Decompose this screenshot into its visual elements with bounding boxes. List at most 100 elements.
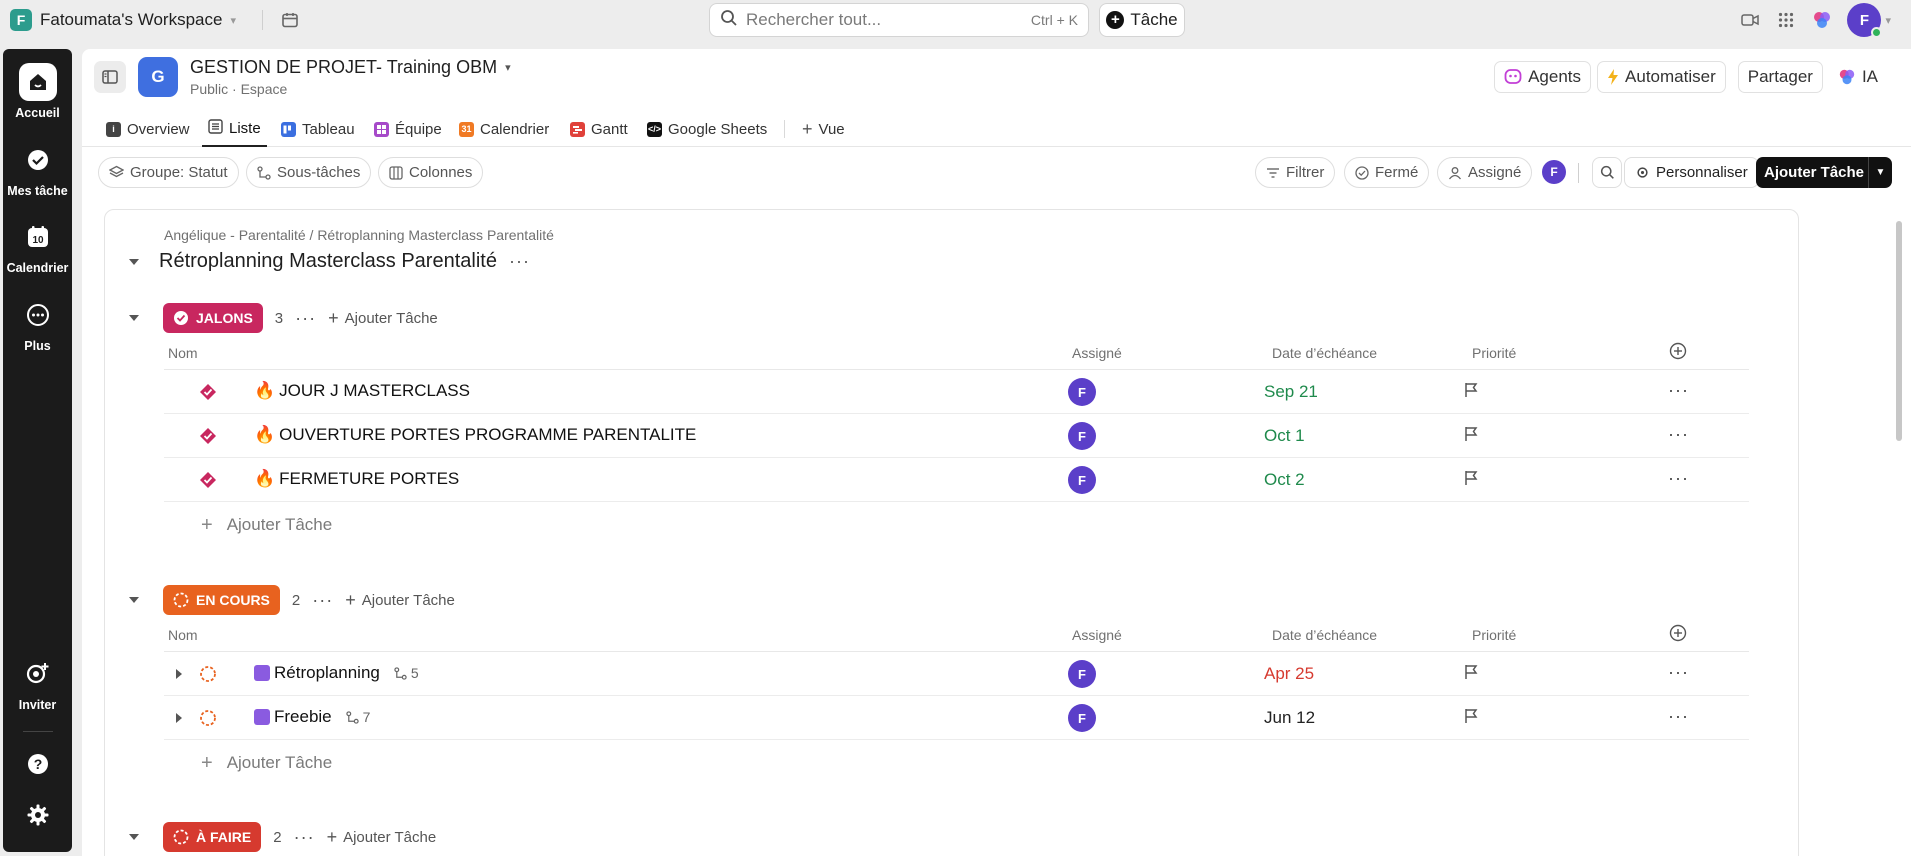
assignee-filter-button[interactable]: Assigné	[1437, 157, 1533, 188]
more-options-icon[interactable]: ···	[509, 251, 530, 272]
share-button[interactable]: Partager	[1737, 61, 1823, 93]
search-button[interactable]	[1592, 157, 1622, 188]
due-date[interactable]: Jun 12	[1264, 708, 1315, 728]
scrollbar-thumb[interactable]	[1896, 221, 1902, 441]
row-more-icon[interactable]: ···	[1668, 662, 1689, 683]
status-badge[interactable]: JALONS	[163, 303, 263, 333]
due-date[interactable]: Oct 2	[1264, 470, 1305, 490]
add-column-icon[interactable]	[1669, 342, 1687, 363]
expand-caret-icon[interactable]	[176, 713, 182, 723]
column-name[interactable]: Nom	[168, 345, 198, 361]
apps-grid-icon[interactable]	[1775, 9, 1797, 31]
table-row[interactable]: 🔥 JOUR J MASTERCLASS F Sep 21 ···	[164, 370, 1749, 414]
priority-flag-icon[interactable]	[1464, 708, 1478, 728]
new-task-button[interactable]: + Tâche	[1099, 3, 1185, 37]
tab-board[interactable]: Tableau	[281, 111, 355, 147]
collapse-caret-icon[interactable]	[129, 258, 139, 265]
agents-button[interactable]: Agents	[1494, 61, 1592, 93]
add-task-row[interactable]: + Ajouter Tâche	[164, 503, 1749, 547]
task-name[interactable]: Rétroplanning 5	[254, 663, 419, 683]
chevron-down-icon[interactable]: ▼	[1868, 157, 1892, 188]
subtask-count[interactable]: 5	[394, 665, 419, 681]
workspace-switcher[interactable]: F Fatoumata's Workspace ▾	[8, 6, 244, 34]
row-more-icon[interactable]: ···	[1668, 380, 1689, 401]
column-priority[interactable]: Priorité	[1472, 345, 1516, 361]
list-title[interactable]: Rétroplanning Masterclass Parentalité	[159, 250, 497, 273]
task-name[interactable]: Freebie 7	[254, 707, 370, 727]
tab-google-sheets[interactable]: </> Google Sheets	[647, 111, 767, 147]
status-badge[interactable]: À FAIRE	[163, 822, 262, 852]
assignee-avatar[interactable]: F	[1068, 660, 1096, 688]
column-assignee[interactable]: Assigné	[1072, 627, 1122, 643]
assignee-avatar[interactable]: F	[1068, 422, 1096, 450]
subtask-count[interactable]: 7	[345, 709, 370, 725]
task-name[interactable]: 🔥 JOUR J MASTERCLASS	[254, 381, 470, 401]
milestone-status-icon[interactable]	[199, 471, 217, 493]
space-title[interactable]: GESTION DE PROJET- Training OBM ▾	[190, 57, 511, 78]
add-task-row[interactable]: + Ajouter Tâche	[164, 741, 1749, 785]
collapse-caret-icon[interactable]	[129, 597, 139, 603]
add-view-button[interactable]: + Vue	[802, 111, 845, 147]
status-circle-icon[interactable]	[199, 709, 217, 731]
sidebar-toggle-button[interactable]	[94, 61, 126, 93]
assignee-avatar[interactable]: F	[1068, 378, 1096, 406]
assignee-avatar[interactable]: F	[1068, 704, 1096, 732]
user-avatar[interactable]: F	[1847, 3, 1883, 38]
add-task-inline-button[interactable]: + Ajouter Tâche	[328, 308, 438, 329]
assignee-avatar[interactable]: F	[1068, 466, 1096, 494]
task-name[interactable]: 🔥 OUVERTURE PORTES PROGRAMME PARENTALITE	[254, 425, 696, 445]
table-row[interactable]: 🔥 OUVERTURE PORTES PROGRAMME PARENTALITE…	[164, 414, 1749, 458]
user-avatar[interactable]: F	[1542, 160, 1566, 184]
status-badge[interactable]: EN COURS	[163, 585, 280, 615]
ai-button[interactable]: IA	[1828, 61, 1887, 93]
priority-flag-icon[interactable]	[1464, 470, 1478, 490]
table-row[interactable]: Rétroplanning 5 F Apr 25 ···	[164, 652, 1749, 696]
ai-brain-icon[interactable]	[1811, 9, 1833, 31]
breadcrumb[interactable]: Angélique - Parentalité / Rétroplanning …	[164, 227, 554, 243]
scrollbar[interactable]	[1895, 209, 1903, 855]
tab-team[interactable]: Équipe	[374, 111, 442, 147]
automate-button[interactable]: Automatiser	[1597, 61, 1726, 93]
column-due-date[interactable]: Date d’échéance	[1272, 627, 1377, 643]
video-icon[interactable]	[1739, 9, 1761, 31]
due-date[interactable]: Oct 1	[1264, 426, 1305, 446]
space-avatar[interactable]: G	[138, 57, 178, 97]
table-row[interactable]: 🔥 FERMETURE PORTES F Oct 2 ···	[164, 458, 1749, 502]
tab-list[interactable]: Liste	[202, 111, 267, 147]
calendar-icon[interactable]	[279, 9, 301, 31]
search-input[interactable]: Rechercher tout... Ctrl + K	[709, 3, 1089, 37]
column-priority[interactable]: Priorité	[1472, 627, 1516, 643]
more-options-icon[interactable]: ···	[312, 590, 333, 611]
add-column-icon[interactable]	[1669, 624, 1687, 645]
row-more-icon[interactable]: ···	[1668, 706, 1689, 727]
column-assignee[interactable]: Assigné	[1072, 345, 1122, 361]
rail-item-home[interactable]: Accueil	[3, 63, 72, 120]
priority-flag-icon[interactable]	[1464, 382, 1478, 402]
columns-button[interactable]: Colonnes	[378, 157, 484, 188]
chevron-down-icon[interactable]: ▾	[1885, 14, 1891, 27]
due-date[interactable]: Sep 21	[1264, 382, 1318, 402]
customize-button[interactable]: Personnaliser	[1624, 157, 1759, 188]
group-by-button[interactable]: Groupe: Statut	[98, 157, 239, 188]
row-more-icon[interactable]: ···	[1668, 468, 1689, 489]
rail-item-calendar[interactable]: 10 Calendrier	[3, 218, 72, 275]
milestone-status-icon[interactable]	[199, 427, 217, 449]
add-task-button[interactable]: Ajouter Tâche ▼	[1756, 157, 1892, 188]
more-options-icon[interactable]: ···	[294, 827, 315, 848]
task-name[interactable]: 🔥 FERMETURE PORTES	[254, 469, 459, 489]
priority-flag-icon[interactable]	[1464, 664, 1478, 684]
due-date[interactable]: Apr 25	[1264, 664, 1314, 684]
milestone-status-icon[interactable]	[199, 383, 217, 405]
column-due-date[interactable]: Date d’échéance	[1272, 345, 1377, 361]
more-options-icon[interactable]: ···	[295, 308, 316, 329]
rail-item-my-tasks[interactable]: Mes tâche	[3, 141, 72, 198]
closed-toggle[interactable]: Fermé	[1344, 157, 1430, 188]
expand-caret-icon[interactable]	[176, 669, 182, 679]
rail-item-more[interactable]: Plus	[3, 296, 72, 353]
column-name[interactable]: Nom	[168, 627, 198, 643]
filter-label[interactable]: Filtrer	[1286, 164, 1324, 181]
filter-button[interactable]: Filtrer	[1255, 157, 1336, 188]
subtasks-button[interactable]: Sous-tâches	[246, 157, 372, 188]
tab-calendar[interactable]: 31 Calendrier	[459, 111, 549, 147]
status-circle-icon[interactable]	[199, 665, 217, 687]
